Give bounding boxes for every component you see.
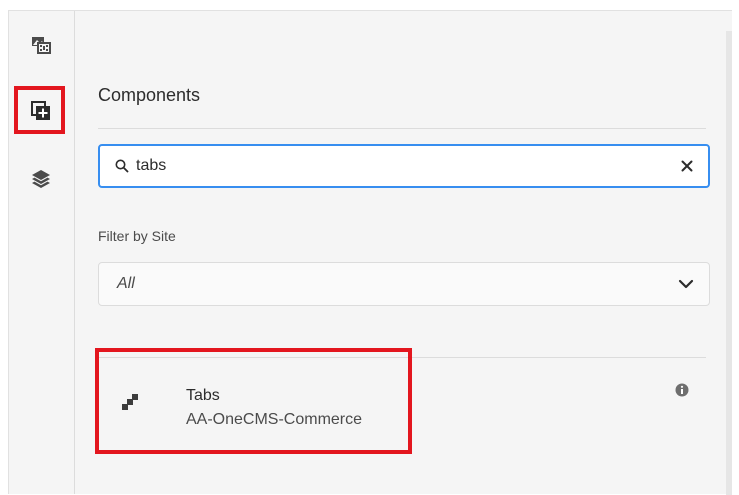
search-input[interactable] — [136, 157, 656, 175]
assets-icon — [32, 37, 51, 54]
divider — [98, 128, 706, 129]
search-field[interactable] — [98, 144, 710, 188]
side-panel: Components Filter by Site — [8, 10, 732, 495]
close-icon — [681, 160, 693, 172]
side-rail — [9, 11, 75, 494]
search-icon — [112, 156, 132, 176]
layers-icon — [32, 170, 50, 188]
chevron-down-icon — [678, 279, 694, 289]
component-title: Tabs — [186, 387, 220, 404]
components-tab-button[interactable] — [23, 93, 59, 129]
panel-title: Components — [98, 85, 201, 105]
screenshot-frame: Components Filter by Site — [0, 0, 739, 495]
components-panel: Components Filter by Site — [75, 11, 726, 494]
filter-selected-value: All — [117, 275, 135, 292]
info-icon[interactable] — [674, 382, 690, 398]
component-list-item[interactable]: Tabs AA-OneCMS-Commerce — [98, 358, 710, 452]
assets-tab-button[interactable] — [23, 27, 59, 63]
component-drag-icon — [122, 394, 138, 410]
scrollbar[interactable] — [726, 31, 732, 495]
component-group: AA-OneCMS-Commerce — [186, 411, 363, 428]
clear-search-button[interactable] — [678, 157, 696, 175]
components-icon — [31, 101, 50, 120]
filter-by-site-select[interactable]: All — [98, 262, 710, 306]
layers-tab-button[interactable] — [23, 161, 59, 197]
filter-by-site-label: Filter by Site — [98, 228, 176, 244]
